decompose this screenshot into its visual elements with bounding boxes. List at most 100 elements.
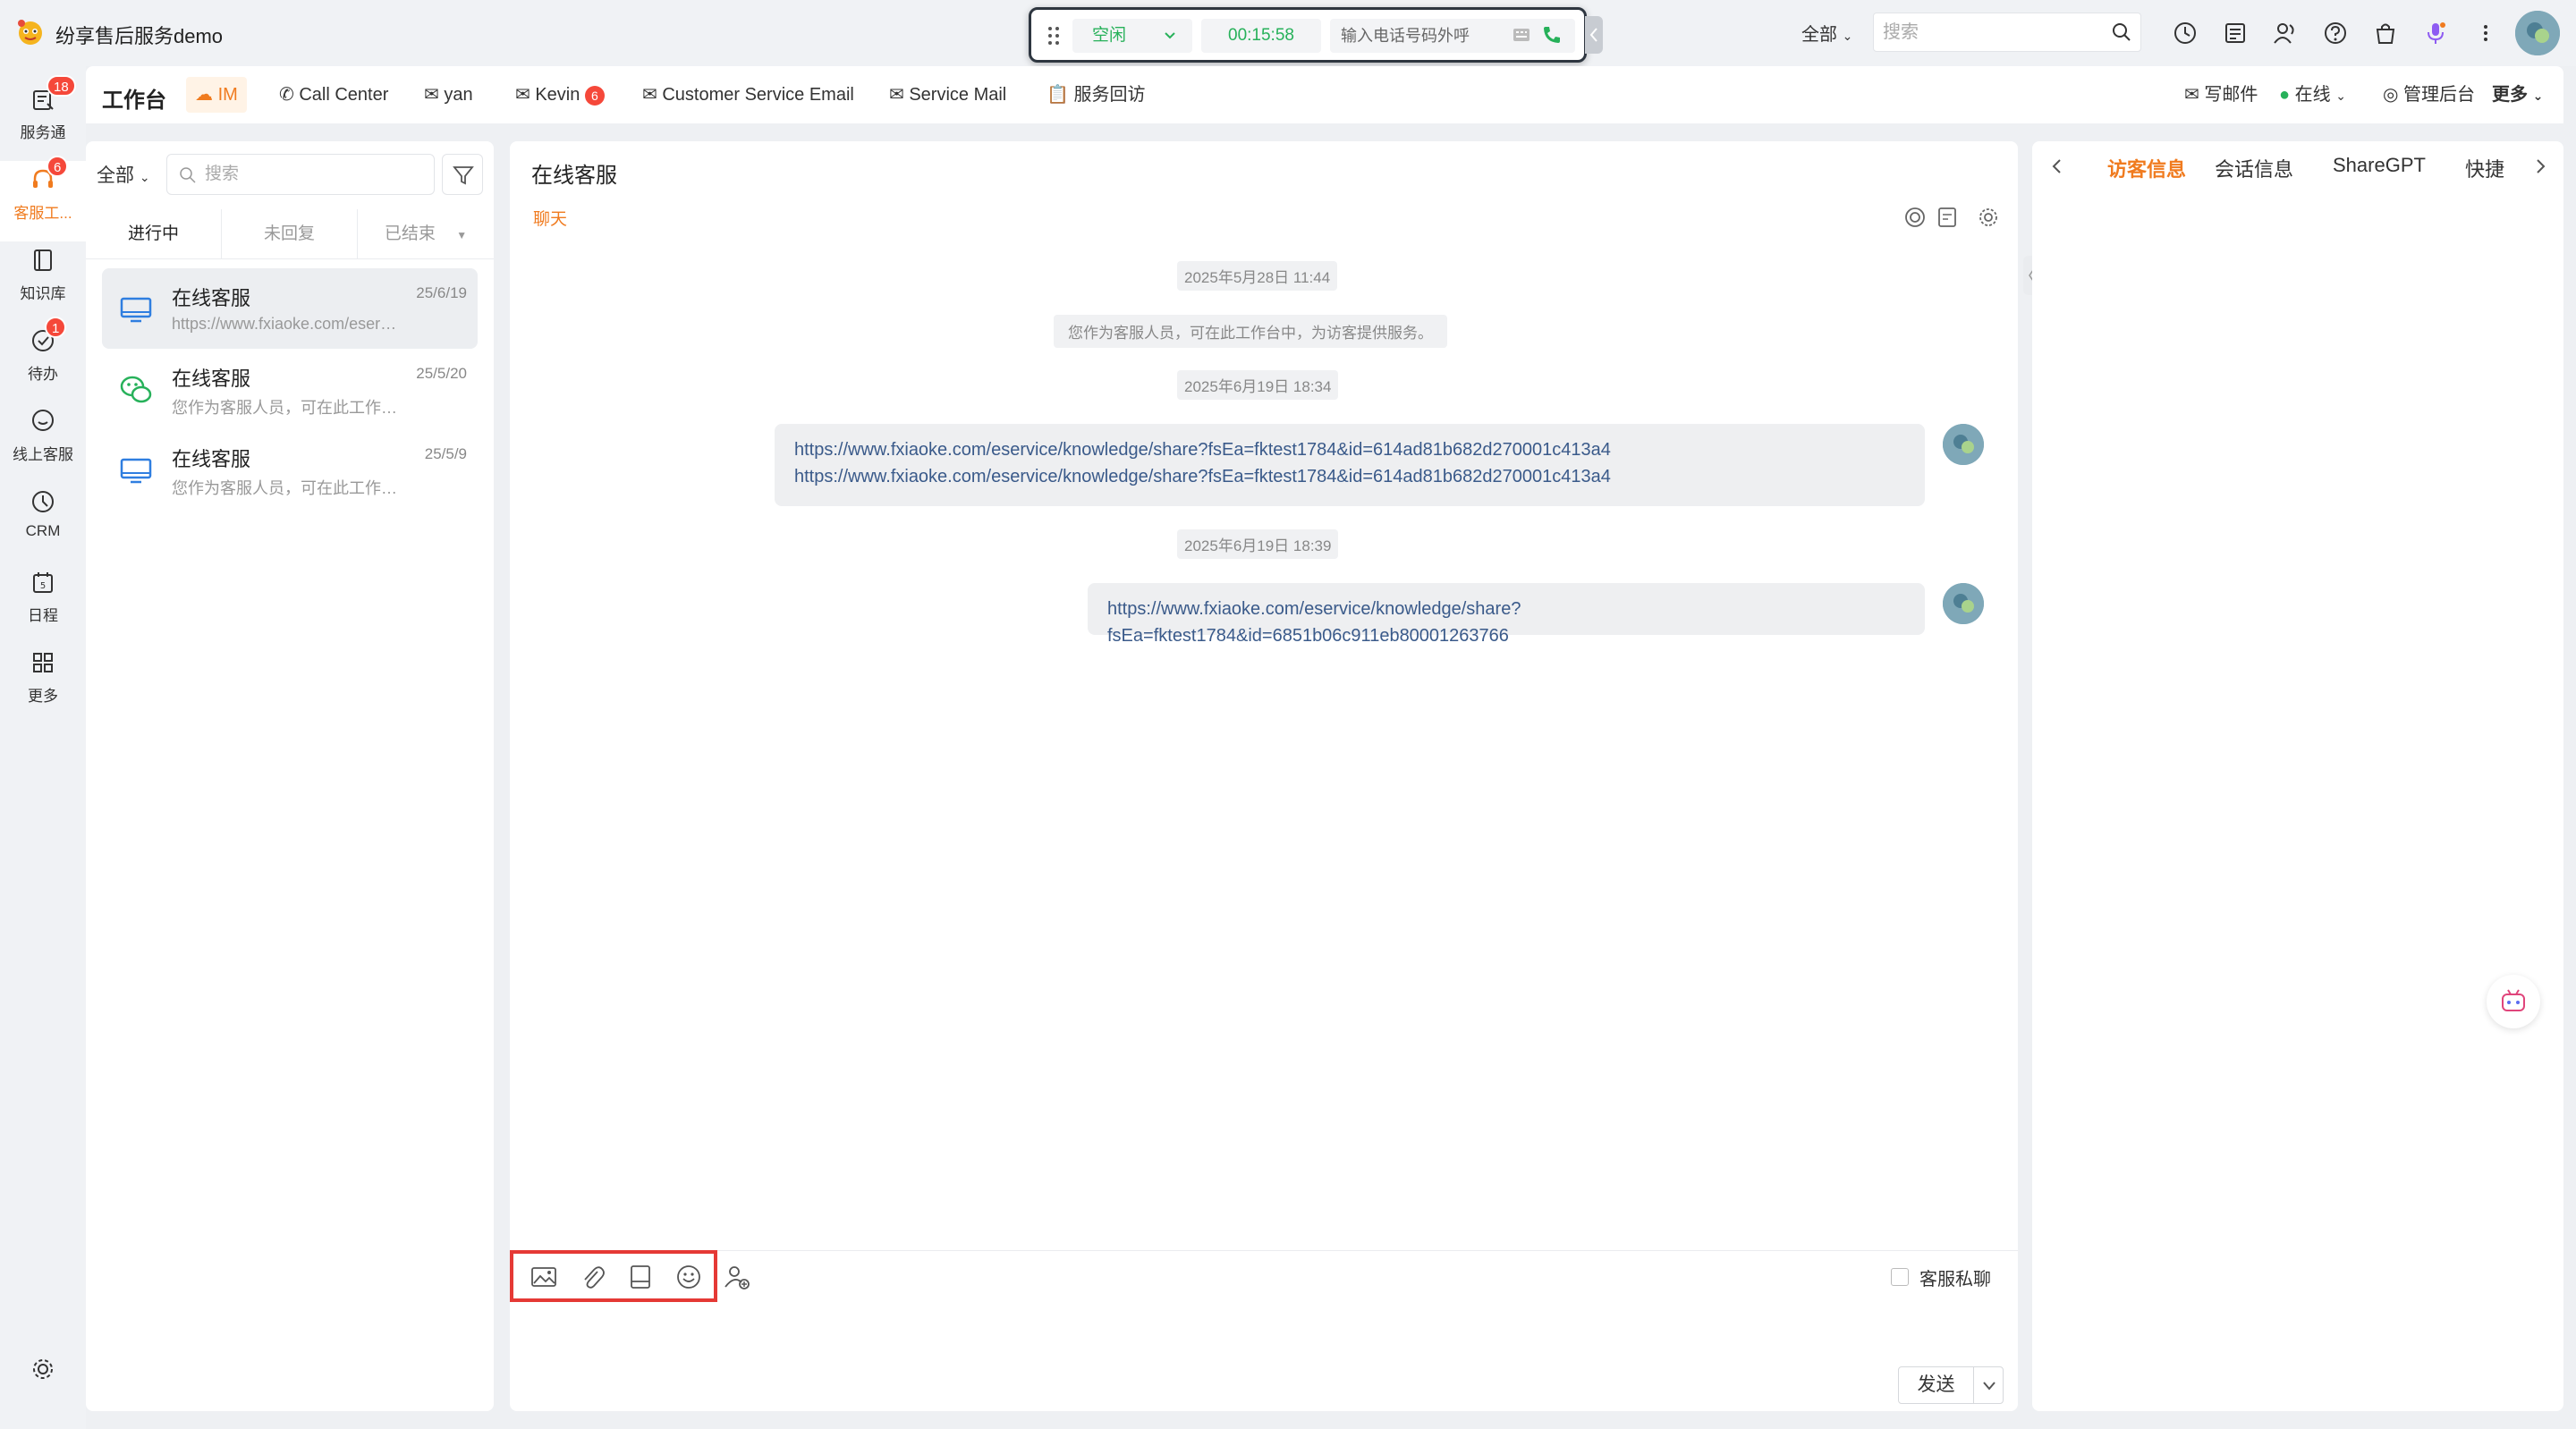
tab-ended[interactable]: 已结束 ▼ bbox=[358, 209, 494, 259]
tab-customer-service-email[interactable]: ✉ Customer Service Email bbox=[633, 77, 863, 113]
more-vertical-icon[interactable] bbox=[2472, 20, 2499, 47]
message-link[interactable]: https://www.fxiaoke.com/eservice/knowled… bbox=[794, 463, 1905, 490]
search-icon[interactable] bbox=[2111, 21, 2132, 43]
ai-assistant-button[interactable] bbox=[2487, 975, 2540, 1028]
call-widget-collapse-button[interactable] bbox=[1585, 16, 1603, 54]
admin-console-button[interactable]: ◎ 管理后台 bbox=[2374, 77, 2484, 113]
chat-title: 在线客服 bbox=[531, 164, 617, 188]
rail-item-more[interactable]: 更多 bbox=[0, 644, 86, 724]
message-bubble[interactable]: https://www.fxiaoke.com/eservice/knowled… bbox=[1088, 583, 1925, 646]
conversation-search-input[interactable]: 搜索 bbox=[166, 154, 435, 195]
chevron-down-icon: ⌄ bbox=[2532, 89, 2544, 103]
more-menu-button[interactable]: 更多 ⌄ bbox=[2483, 77, 2552, 113]
message-link[interactable]: https://www.fxiaoke.com/eservice/knowled… bbox=[794, 436, 1905, 463]
phone-call-icon[interactable] bbox=[1541, 24, 1563, 46]
rail-item-customer-service[interactable]: 客服工... 6 bbox=[0, 156, 86, 241]
top-search-input[interactable]: 搜索 bbox=[1873, 13, 2141, 52]
tab-sharegpt[interactable]: ShareGPT bbox=[2333, 154, 2426, 177]
tab-visitor-info[interactable]: 访客信息 bbox=[2107, 154, 2186, 182]
image-icon[interactable] bbox=[530, 1263, 558, 1291]
settings-gear-icon[interactable] bbox=[30, 1356, 56, 1382]
web-monitor-icon bbox=[118, 292, 154, 327]
admin-label: 管理后台 bbox=[2403, 85, 2476, 105]
write-mail-button[interactable]: ✉ 写邮件 bbox=[2175, 77, 2267, 113]
rail-item-knowledge[interactable]: 知识库 bbox=[0, 241, 86, 322]
conversation-scope-select[interactable]: 全部 ⌄ bbox=[97, 161, 150, 188]
target-icon[interactable] bbox=[1903, 206, 1927, 229]
top-search-placeholder: 搜索 bbox=[1883, 22, 1919, 42]
online-status-select[interactable]: ● 在线 ⌄ bbox=[2270, 77, 2355, 113]
chevron-down-icon bbox=[1135, 22, 1178, 44]
quick-reply-icon[interactable] bbox=[626, 1263, 655, 1291]
conversation-preview: 您作为客服人员，可在此工作台中 bbox=[172, 479, 404, 497]
list-item[interactable]: 在线客服 25/5/20 您作为客服人员，可在此工作台中 bbox=[102, 349, 478, 429]
send-button-group: 发送 bbox=[1898, 1366, 2004, 1404]
send-options-chevron-icon[interactable] bbox=[1981, 1380, 1997, 1392]
tab-im[interactable]: ☁ IM bbox=[186, 77, 247, 113]
top-search-scope[interactable]: 全部 ⌄ bbox=[1801, 20, 1852, 46]
conversation-preview: 您作为客服人员，可在此工作台中 bbox=[172, 399, 404, 417]
tab-yan[interactable]: ✉ yan bbox=[415, 77, 482, 113]
mail-icon: ✉ bbox=[642, 85, 657, 105]
message-bubble[interactable]: https://www.fxiaoke.com/eservice/knowled… bbox=[775, 424, 1925, 506]
transfer-agent-icon[interactable] bbox=[723, 1263, 751, 1291]
tab-service-revisit[interactable]: 📋 服务回访 bbox=[1038, 77, 1154, 113]
tab-unreplied[interactable]: 未回复 bbox=[222, 209, 358, 259]
tab-kevin[interactable]: ✉ Kevin 6 bbox=[506, 77, 614, 113]
shopping-bag-icon[interactable] bbox=[2372, 20, 2399, 47]
conversation-preview: https://www.fxiaoke.com/eservice/knowled… bbox=[172, 315, 404, 333]
conversation-search-placeholder: 搜索 bbox=[205, 165, 240, 183]
conversation-list-panel: 全部 ⌄ 搜索 进行中 未回复 已结束 ▼ 在线客服 25/6/19 https… bbox=[86, 141, 494, 1411]
attachment-icon[interactable] bbox=[578, 1263, 606, 1291]
rail-item-todo[interactable]: 待办 1 bbox=[0, 317, 86, 402]
conversation-date: 25/5/9 bbox=[424, 445, 467, 462]
phone-number-placeholder: 输入电话号码外呼 bbox=[1341, 27, 1470, 45]
contacts-icon[interactable] bbox=[2272, 20, 2299, 47]
filter-icon bbox=[453, 166, 474, 185]
tab-label: IM bbox=[217, 85, 238, 105]
tab-quick[interactable]: 快捷 bbox=[2465, 154, 2504, 182]
list-item[interactable]: 在线客服 25/5/9 您作为客服人员，可在此工作台中 bbox=[102, 429, 478, 510]
tab-service-mail[interactable]: ✉ Service Mail bbox=[880, 77, 1015, 113]
workbench-tab-bar: 工作台 ☁ IM ✆ Call Center ✉ yan ✉ Kevin 6 ✉… bbox=[86, 66, 2563, 123]
history-clock-icon[interactable] bbox=[2172, 20, 2199, 47]
private-chat-checkbox[interactable] bbox=[1891, 1268, 1909, 1286]
tab-call-center[interactable]: ✆ Call Center bbox=[270, 77, 397, 113]
phone-number-input[interactable]: 输入电话号码外呼 bbox=[1330, 19, 1575, 53]
tab-ended-label: 已结束 bbox=[384, 224, 436, 243]
rail-item-online-service[interactable]: 线上客服 bbox=[0, 402, 86, 483]
keypad-icon[interactable] bbox=[1513, 28, 1530, 42]
workbench-title: 工作台 bbox=[102, 89, 166, 113]
help-icon[interactable] bbox=[2322, 20, 2349, 47]
top-search-scope-label: 全部 bbox=[1801, 25, 1837, 45]
filter-button[interactable] bbox=[442, 154, 483, 195]
settings-gear-icon[interactable] bbox=[1977, 206, 2000, 229]
rail-item-service[interactable]: 服务通 18 bbox=[0, 75, 86, 161]
tab-in-progress[interactable]: 进行中 bbox=[86, 209, 222, 259]
document-icon[interactable] bbox=[1936, 206, 1959, 229]
rail-item-calendar[interactable]: 5 日程 bbox=[0, 563, 86, 644]
calendar-icon: 5 bbox=[30, 569, 56, 596]
conversation-scope-label: 全部 bbox=[97, 165, 134, 186]
chevron-left-icon[interactable] bbox=[2048, 156, 2066, 177]
tab-label: 服务回访 bbox=[1073, 85, 1146, 105]
list-item[interactable]: 在线客服 25/6/19 https://www.fxiaoke.com/ese… bbox=[102, 268, 478, 349]
message-timestamp: 2025年6月19日 18:39 bbox=[1177, 529, 1339, 559]
message-link[interactable]: https://www.fxiaoke.com/eservice/knowled… bbox=[1107, 596, 1905, 649]
rail-item-label: 知识库 bbox=[20, 285, 66, 302]
chevron-right-icon[interactable] bbox=[2531, 156, 2549, 177]
mail-icon: ✉ bbox=[424, 85, 439, 105]
conversation-date: 25/6/19 bbox=[416, 284, 467, 301]
emoji-icon[interactable] bbox=[674, 1263, 703, 1291]
tab-chat[interactable]: 聊天 bbox=[533, 206, 567, 230]
drag-handle-icon[interactable] bbox=[1047, 26, 1060, 46]
rail-item-crm[interactable]: CRM bbox=[0, 483, 86, 563]
message-timestamp: 2025年5月28日 11:44 bbox=[1177, 261, 1338, 291]
send-button[interactable]: 发送 bbox=[1899, 1367, 1974, 1403]
voice-assistant-icon[interactable] bbox=[2422, 20, 2449, 47]
report-icon[interactable] bbox=[2222, 20, 2249, 47]
rail-item-label: 客服工... bbox=[13, 205, 72, 222]
tab-session-info[interactable]: 会话信息 bbox=[2215, 154, 2293, 182]
mail-icon: ✉ bbox=[515, 85, 530, 105]
user-avatar[interactable] bbox=[2515, 11, 2560, 55]
